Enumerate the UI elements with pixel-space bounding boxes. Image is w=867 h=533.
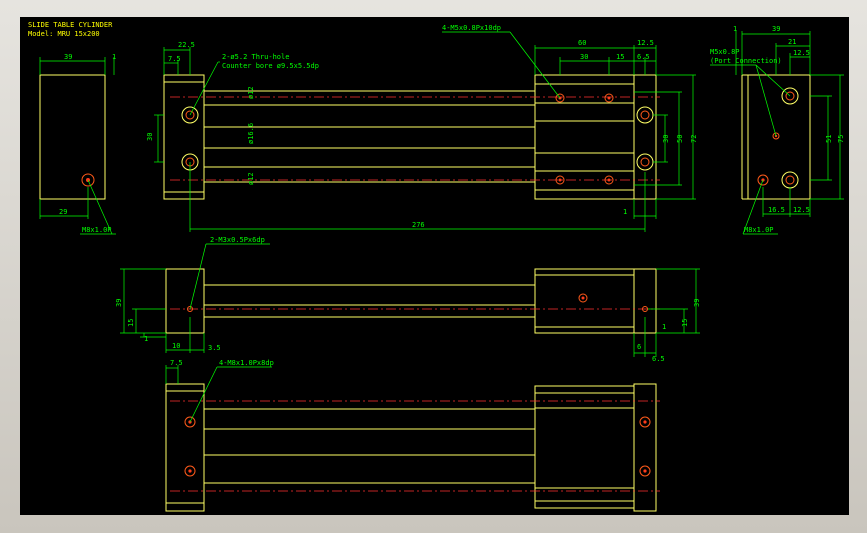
dim-276: 276 [412, 221, 425, 229]
dim-12-5-rside: 12.5 [793, 49, 810, 57]
bottom-left-block [165, 383, 205, 512]
dim-3-5: 3.5 [208, 344, 221, 352]
dim-39-front: 39 [115, 299, 123, 307]
dim-21: 21 [788, 38, 796, 46]
top-view: ø12 ø16.6 ø12 22.5 7.5 30 2-ø5.2 Thru-ho… [146, 24, 698, 232]
callout-port-connection: (Port Connection) [710, 57, 782, 65]
front-slider-block [534, 268, 635, 334]
dim-29: 29 [59, 208, 67, 216]
callout-m8-right: M8x1.0P [744, 226, 774, 234]
rod-dia-center: ø16.6 [247, 123, 255, 144]
cad-drawing-canvas[interactable]: SLIDE TABLE CYLINDER Model: MRU 15x200 3… [20, 17, 849, 515]
dim-72: 72 [690, 135, 698, 143]
dim-10: 10 [172, 342, 180, 350]
dim-16-5: 16.5 [768, 206, 785, 214]
dim-15-front-r: 15 [681, 319, 689, 327]
callout-m5-port: M5x0.8P [710, 48, 740, 56]
callout-counter-bore: Counter bore ø9.5x5.5dp [222, 62, 319, 70]
dim-50: 50 [676, 135, 684, 143]
rod-dia-upper: ø12 [247, 86, 255, 99]
dim-6: 6 [637, 343, 641, 351]
dim-22-5: 22.5 [178, 41, 195, 49]
dim-39-rside: 39 [772, 25, 780, 33]
plate-hole-lower [636, 153, 654, 171]
dim-30-top: 30 [580, 53, 588, 61]
dim-1-front-r: 1 [662, 323, 666, 331]
dim-30-left: 30 [146, 133, 154, 141]
left-end-view: 39 1 29 M8x1.0P [39, 53, 116, 235]
bottom-slider-block [534, 385, 635, 509]
front-view: 2-M3x0.5Px6dp 39 15 1 10 3.5 39 15 1 6 6… [115, 236, 701, 363]
rod-dia-lower: ø12 [247, 172, 255, 185]
dim-6-5-front: 6.5 [652, 355, 665, 363]
right-end-view: 1 39 21 12.5 M5x0.8P (Port Connection) 5… [710, 25, 845, 235]
port-hole-lower [781, 171, 799, 189]
dim-51: 51 [825, 135, 833, 143]
dim-30-vert: 30 [662, 135, 670, 143]
drawing-title: SLIDE TABLE CYLINDER [28, 21, 113, 29]
dim-1-front: 1 [144, 335, 148, 343]
callout-m8-left: M8x1.0P [82, 226, 112, 234]
dim-6-5-top: 6.5 [637, 53, 650, 61]
callout-m8-bottom: 4-M8x1.0Px8dp [219, 359, 274, 367]
dim-1-bottom: 1 [623, 208, 627, 216]
dim-7-5-top: 7.5 [168, 55, 181, 63]
dim-7-5-bottom: 7.5 [170, 359, 183, 367]
left-end-block [163, 74, 205, 200]
dim-75: 75 [837, 135, 845, 143]
dim-15-front: 15 [127, 319, 135, 327]
dim-39-left: 39 [64, 53, 72, 61]
bottom-view: 7.5 4-M8x1.0Px8dp [165, 359, 660, 512]
cad-drawing: SLIDE TABLE CYLINDER Model: MRU 15x200 3… [28, 21, 845, 512]
bottom-right-plate [633, 383, 657, 512]
window-frame: SLIDE TABLE CYLINDER Model: MRU 15x200 3… [0, 0, 867, 533]
callout-m5-top: 4-M5x0.8Px10dp [442, 24, 501, 32]
callout-thru-hole: 2-ø5.2 Thru-hole [222, 53, 289, 61]
plate-hole-upper [636, 106, 654, 124]
front-left-block [165, 268, 205, 334]
dim-12-5-top: 12.5 [637, 39, 654, 47]
dim-15: 15 [616, 53, 624, 61]
drawing-model: Model: MRU 15x200 [28, 30, 100, 38]
dim-60: 60 [578, 39, 586, 47]
dim-39-front-r: 39 [693, 299, 701, 307]
dim-12-5-rbot: 12.5 [793, 206, 810, 214]
dim-1-rside: 1 [733, 25, 737, 33]
left-end-body [39, 74, 106, 200]
callout-m3: 2-M3x0.5Px6dp [210, 236, 265, 244]
dim-1-left: 1 [112, 53, 116, 61]
slider-block [534, 74, 635, 200]
